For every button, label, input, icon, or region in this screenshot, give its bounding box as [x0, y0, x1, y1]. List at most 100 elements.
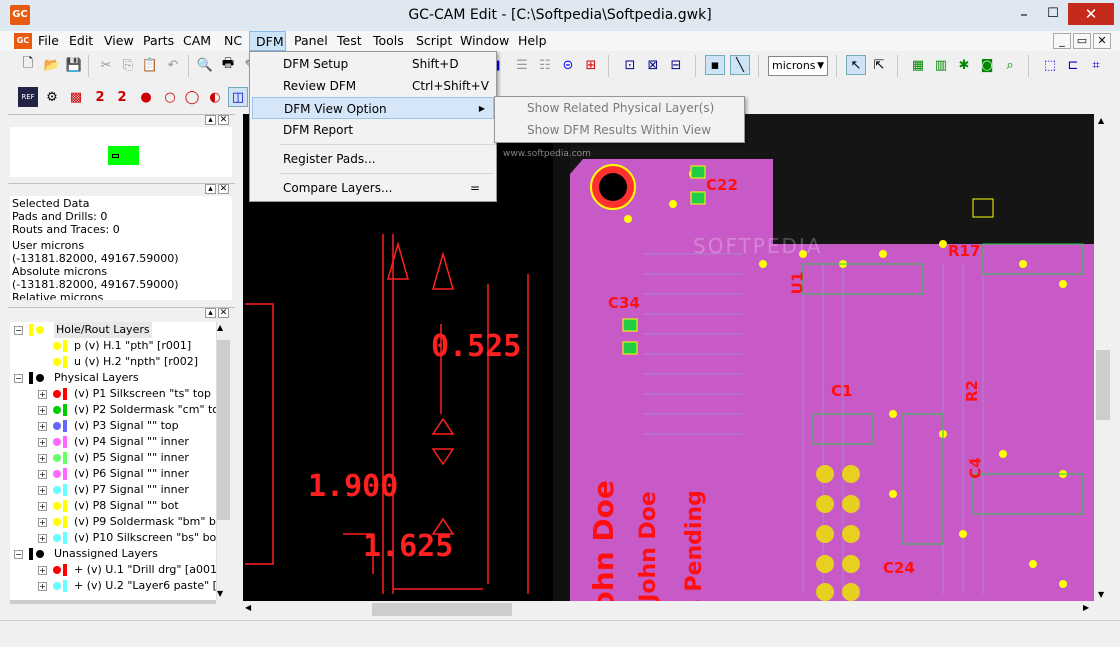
paste-icon[interactable]: 📋: [140, 55, 160, 75]
gear-icon[interactable]: ⚙: [42, 87, 62, 107]
tree-layer-item[interactable]: u (v) H.2 "npth" [r002]: [10, 354, 216, 370]
ring-icon[interactable]: ◯: [182, 87, 202, 107]
grid-icon[interactable]: ▦: [908, 55, 928, 75]
component-icon[interactable]: ✱: [954, 55, 974, 75]
mdi-close-button[interactable]: ✕: [1093, 33, 1111, 49]
layer-tree-scroll-thumb[interactable]: [217, 340, 230, 520]
menu-item-dfm-setup[interactable]: DFM Setup Shift+D: [252, 53, 494, 75]
expand-icon[interactable]: +: [38, 438, 47, 447]
pad-icon[interactable]: ◙: [977, 55, 997, 75]
menu-item-dfm-report[interactable]: DFM Report: [252, 119, 494, 141]
cut-icon[interactable]: ✂: [96, 55, 116, 75]
menu-item-dfm-view-option[interactable]: DFM View Option ▶: [252, 97, 494, 119]
mdi-restore-button[interactable]: ▭: [1073, 33, 1091, 49]
pane-close-icon[interactable]: ✕: [218, 184, 229, 194]
tree-layer-item[interactable]: + (v) P6 Signal "" inner: [10, 466, 216, 482]
select-pointer-icon[interactable]: ⇱: [869, 55, 889, 75]
menu-cam[interactable]: CAM: [177, 31, 217, 51]
pad-red-icon[interactable]: ●: [136, 87, 156, 107]
snap-icon[interactable]: ⊞: [581, 55, 601, 75]
save-icon[interactable]: 💾: [64, 55, 84, 75]
menu-script[interactable]: Script: [410, 31, 458, 51]
expand-icon[interactable]: +: [38, 518, 47, 527]
tree-layer-item[interactable]: + (v) P2 Soldermask "cm" top: [10, 402, 216, 418]
dfm-icon[interactable]: ◫: [228, 87, 248, 107]
pane-dock-icon[interactable]: ▴: [205, 184, 216, 194]
tree-layer-item[interactable]: + (v) P9 Soldermask "bm" bot: [10, 514, 216, 530]
menu-window[interactable]: Window: [454, 31, 515, 51]
canvas-hscroll-thumb[interactable]: [372, 603, 512, 616]
canvas-vscroll-thumb[interactable]: [1096, 350, 1110, 420]
menu-nc[interactable]: NC: [218, 31, 248, 51]
zoom-prev-icon[interactable]: ⊟: [666, 55, 686, 75]
tree-layer-item[interactable]: + (v) P7 Signal "" inner: [10, 482, 216, 498]
pane-close-icon[interactable]: ✕: [218, 115, 229, 125]
tree-group[interactable]: − Hole/Rout Layers: [10, 322, 216, 338]
print-preview-icon[interactable]: 🔍: [195, 55, 215, 75]
preview-board-thumbnail[interactable]: [108, 146, 139, 165]
open-folder-icon[interactable]: 📂: [42, 55, 62, 75]
scroll-down-icon[interactable]: ▼: [1098, 590, 1104, 599]
snap-grid-icon[interactable]: ▪: [705, 55, 725, 75]
collapse-icon[interactable]: −: [14, 374, 23, 383]
tree-layer-item[interactable]: + (v) P10 Silkscreen "bs" bot: [10, 530, 216, 546]
expand-icon[interactable]: +: [38, 534, 47, 543]
pad-outline-icon[interactable]: ○: [160, 87, 180, 107]
menu-test[interactable]: Test: [331, 31, 368, 51]
expand-icon[interactable]: +: [38, 502, 47, 511]
copy-icon[interactable]: ⎘: [118, 55, 138, 75]
close-button[interactable]: ✕: [1068, 3, 1114, 25]
filter-icon[interactable]: ⊏: [1063, 55, 1083, 75]
cutter-icon[interactable]: ◐: [205, 87, 225, 107]
expand-icon[interactable]: +: [38, 422, 47, 431]
number-2-plus-icon[interactable]: 2: [112, 87, 132, 107]
measure-circle-icon[interactable]: ⊝: [558, 55, 578, 75]
ref-icon[interactable]: REF: [18, 87, 38, 107]
menu-item-compare-layers[interactable]: Compare Layers... =: [252, 177, 494, 199]
snap-line-icon[interactable]: ╲: [730, 55, 750, 75]
menu-help[interactable]: Help: [512, 31, 553, 51]
tree-layer-item[interactable]: + (v) P4 Signal "" inner: [10, 434, 216, 450]
layer-tree[interactable]: − Hole/Rout Layers p (v) H.1 "pth" [r001] u…: [10, 322, 216, 600]
zoom-fit-icon[interactable]: ⊡: [620, 55, 640, 75]
collapse-icon[interactable]: −: [14, 326, 23, 335]
canvas-hscrollbar[interactable]: [243, 601, 1094, 618]
mdi-minimize-button[interactable]: _: [1053, 33, 1071, 49]
doc-icon[interactable]: GC: [14, 33, 32, 49]
tree-layer-item[interactable]: p (v) H.1 "pth" [r001]: [10, 338, 216, 354]
undo-icon[interactable]: ↶: [163, 55, 183, 75]
pane-dock-icon[interactable]: ▴: [205, 115, 216, 125]
layer-tree-hscrollbar[interactable]: [10, 600, 216, 604]
tree-layer-item[interactable]: + (v) P3 Signal "" top: [10, 418, 216, 434]
tree-layer-item[interactable]: + (v) P1 Silkscreen "ts" top: [10, 386, 216, 402]
select-box-icon[interactable]: ⬚: [1040, 55, 1060, 75]
scroll-up-icon[interactable]: ▲: [217, 323, 223, 332]
new-file-icon[interactable]: 🗋: [18, 55, 38, 75]
pointer-icon[interactable]: ↖: [846, 55, 866, 75]
menu-edit[interactable]: Edit: [63, 31, 99, 51]
tree-group[interactable]: − Physical Layers: [10, 370, 216, 386]
zoom-window-icon[interactable]: ⊠: [643, 55, 663, 75]
pane-close-icon[interactable]: ✕: [218, 308, 229, 318]
pane-dock-icon[interactable]: ▴: [205, 308, 216, 318]
expand-icon[interactable]: +: [38, 470, 47, 479]
menu-file[interactable]: File: [32, 31, 65, 51]
expand-icon[interactable]: +: [38, 406, 47, 415]
maximize-button[interactable]: ☐: [1039, 3, 1067, 25]
menu-tools[interactable]: Tools: [367, 31, 410, 51]
scroll-right-icon[interactable]: ▶: [1083, 603, 1089, 612]
minimize-button[interactable]: –: [1010, 3, 1038, 25]
route-icon[interactable]: ⌗: [1086, 55, 1106, 75]
distribute-icon[interactable]: ☷: [535, 55, 555, 75]
matrix-icon[interactable]: ▩: [66, 87, 86, 107]
tree-layer-item[interactable]: + (v) P8 Signal "" bot: [10, 498, 216, 514]
menu-item-review-dfm[interactable]: Review DFM Ctrl+Shift+V: [252, 75, 494, 97]
number-2-icon[interactable]: 2: [90, 87, 110, 107]
menu-view[interactable]: View: [98, 31, 140, 51]
align-icon[interactable]: ☰: [512, 55, 532, 75]
submenu-item-show-dfm-results[interactable]: Show DFM Results Within View: [527, 119, 711, 141]
units-select[interactable]: microns ▼: [768, 56, 828, 76]
tree-layer-item[interactable]: + + (v) U.2 "Layer6 paste" [a0...: [10, 578, 216, 594]
scroll-left-icon[interactable]: ◀: [245, 603, 251, 612]
menu-dfm[interactable]: DFM: [249, 31, 286, 51]
